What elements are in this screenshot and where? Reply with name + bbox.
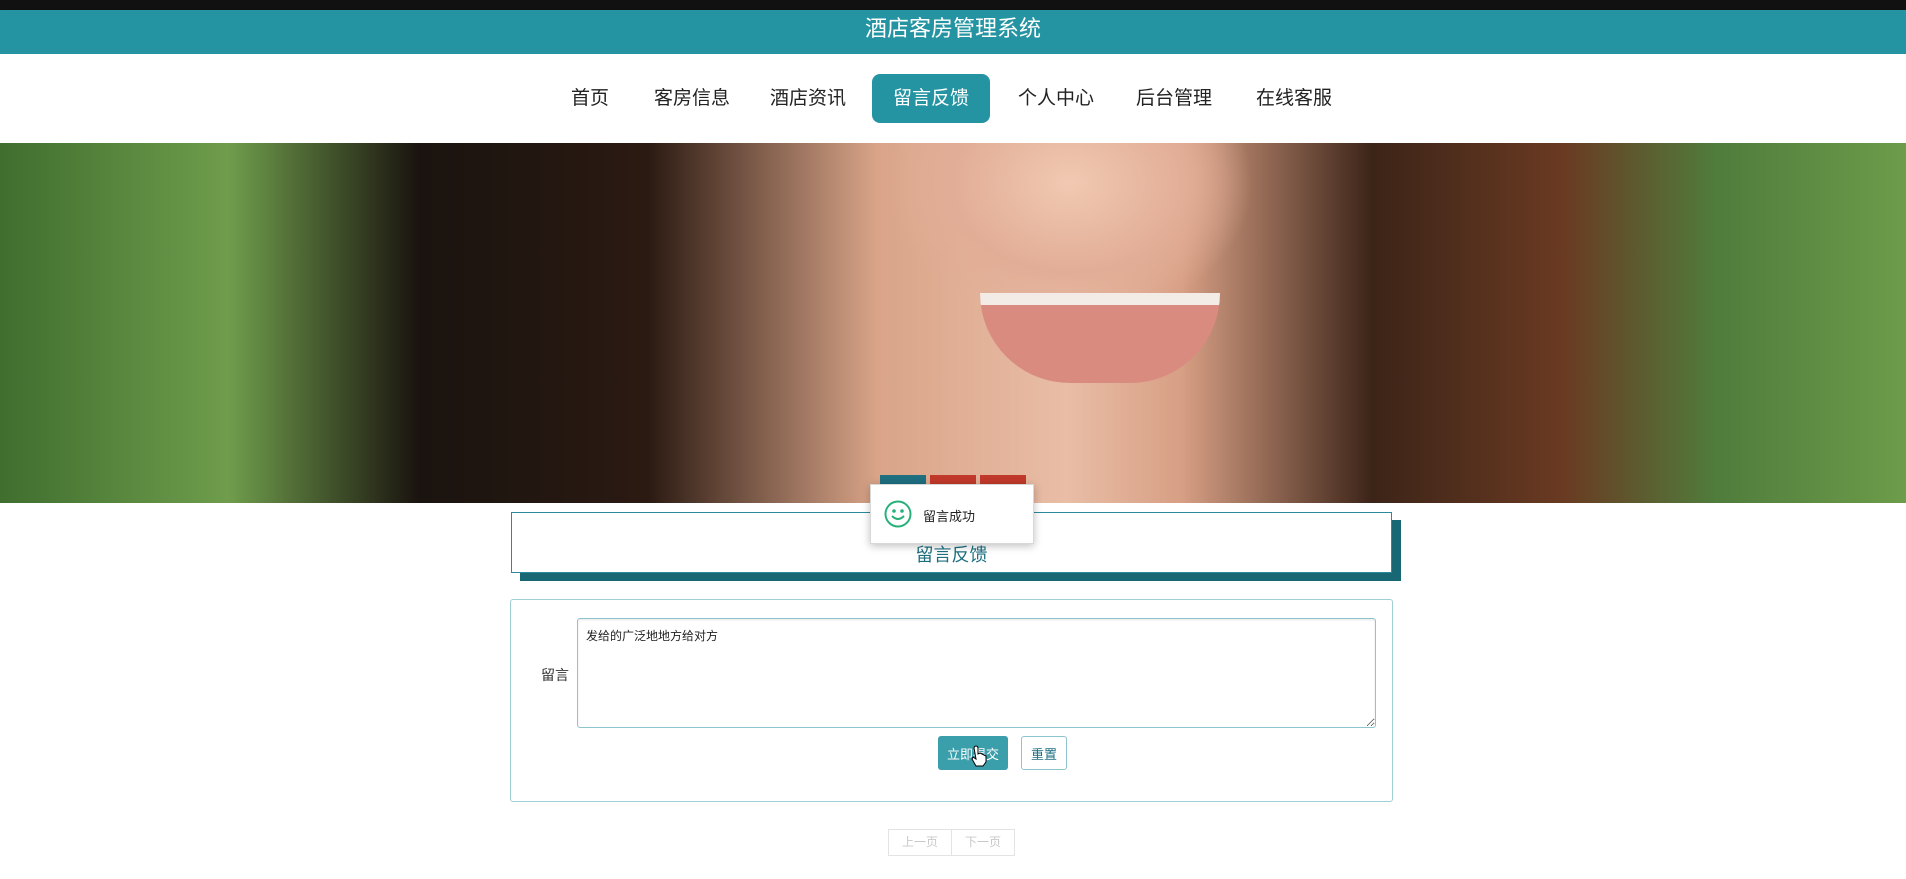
message-textarea[interactable]: 发给的广泛地地方给对方 bbox=[577, 618, 1376, 728]
main-nav: 首页 客房信息 酒店资讯 留言反馈 个人中心 后台管理 在线客服 bbox=[0, 54, 1906, 143]
toast-message: 留言成功 bbox=[923, 510, 976, 525]
pagination: 上一页 下一页 bbox=[888, 829, 1015, 856]
message-label: 留言 bbox=[541, 668, 569, 684]
next-page-button[interactable]: 下一页 bbox=[951, 829, 1015, 856]
nav-item-rooms[interactable]: 客房信息 bbox=[646, 74, 738, 123]
nav-item-admin[interactable]: 后台管理 bbox=[1128, 74, 1220, 123]
success-toast: 留言成功 bbox=[870, 484, 1034, 544]
hero-banner bbox=[0, 143, 1906, 503]
nav-item-home[interactable]: 首页 bbox=[556, 74, 624, 123]
app-title: 酒店客房管理系统 bbox=[864, 17, 1041, 42]
reset-button[interactable]: 重置 bbox=[1021, 736, 1067, 770]
app-title-bar: 酒店客房管理系统 bbox=[0, 10, 1906, 54]
smile-icon bbox=[884, 500, 912, 528]
nav-item-service[interactable]: 在线客服 bbox=[1248, 74, 1340, 123]
section-header-title: 留言反馈 bbox=[915, 545, 988, 566]
nav-item-feedback[interactable]: 留言反馈 bbox=[872, 74, 990, 123]
feedback-form: 留言 发给的广泛地地方给对方 立即提交 重置 bbox=[510, 599, 1393, 802]
banner-image-detail bbox=[980, 293, 1220, 383]
top-strip bbox=[0, 0, 1906, 10]
prev-page-button[interactable]: 上一页 bbox=[888, 829, 952, 856]
nav-item-profile[interactable]: 个人中心 bbox=[1010, 74, 1102, 123]
hand-cursor-icon bbox=[971, 745, 987, 767]
nav-item-news[interactable]: 酒店资讯 bbox=[762, 74, 854, 123]
